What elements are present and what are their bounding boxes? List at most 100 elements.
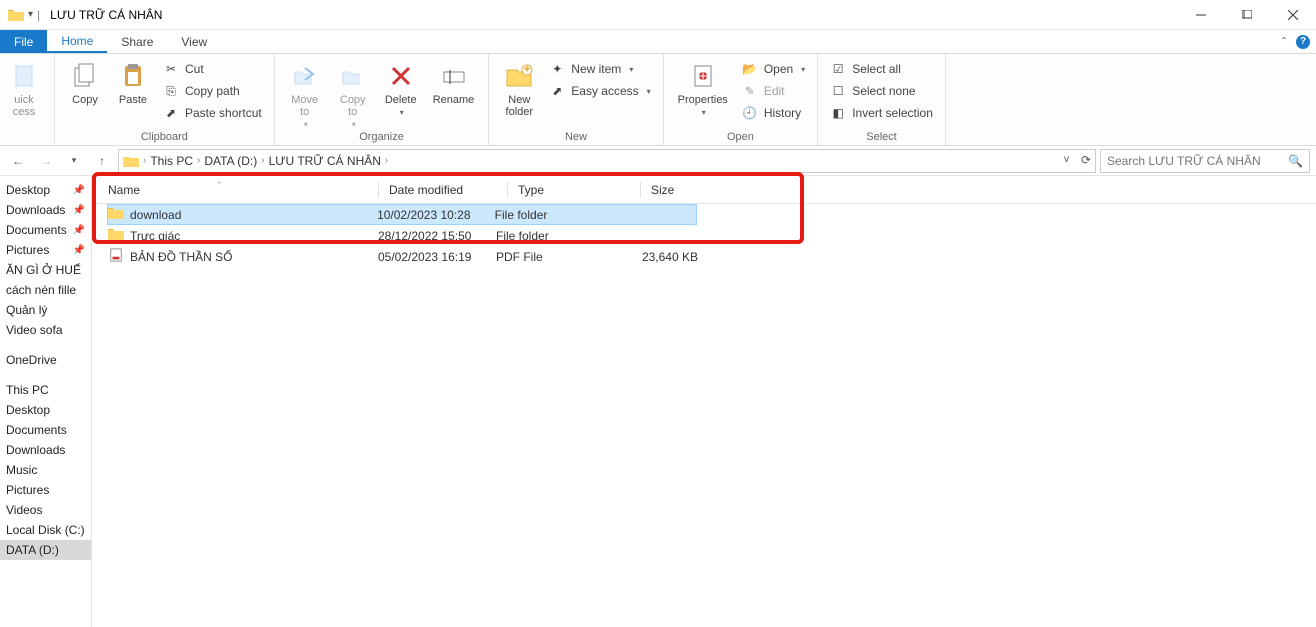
copy-button[interactable]: Copy [63, 56, 107, 106]
pin-quick-access-button[interactable]: uick cess [2, 56, 46, 118]
organize-group-label: Organize [283, 129, 481, 145]
scissors-icon: ✂ [163, 61, 179, 77]
invert-icon: ◧ [830, 105, 846, 121]
tab-file[interactable]: File [0, 30, 47, 53]
nav-item[interactable]: DATA (D:) [0, 540, 91, 560]
new-item-button[interactable]: ✦New item▾ [545, 60, 654, 78]
nav-item[interactable]: Music [0, 460, 91, 480]
nav-item[interactable]: Video sofa [0, 320, 91, 340]
ribbon: uick cess Copy Paste ✂Cut ⎘Copy path ⬈Pa… [0, 54, 1316, 146]
file-size: 23,640 KB [618, 250, 698, 264]
folder-icon [123, 155, 139, 167]
open-button[interactable]: 📂Open▾ [738, 60, 809, 78]
file-row[interactable]: Trực giác28/12/2022 15:50File folder [108, 225, 1316, 246]
window-title: LƯU TRỮ CÁ NHÂN [50, 8, 162, 22]
chevron-right-icon[interactable]: › [261, 155, 264, 166]
tab-home[interactable]: Home [47, 30, 107, 53]
paste-shortcut-button[interactable]: ⬈Paste shortcut [159, 104, 266, 122]
easy-access-button[interactable]: ⬈Easy access▾ [545, 82, 654, 100]
search-icon[interactable]: 🔍 [1288, 154, 1303, 168]
file-name: download [130, 208, 181, 222]
select-none-icon: ☐ [830, 83, 846, 99]
nav-this-pc[interactable]: This PC [0, 380, 91, 400]
nav-item[interactable]: Pictures [0, 480, 91, 500]
nav-item[interactable]: ĂN GÌ Ở HUẾ [0, 260, 91, 280]
column-date[interactable]: Date modified [389, 183, 507, 197]
column-headers: Nameˆ Date modified Type Size [92, 176, 1316, 204]
recent-locations-button[interactable]: ▾ [62, 149, 86, 173]
refresh-button[interactable]: ⟳ [1081, 153, 1091, 167]
chevron-down-icon: ▾ [400, 108, 404, 117]
help-icon[interactable]: ? [1296, 35, 1310, 49]
nav-onedrive[interactable]: OneDrive [0, 350, 91, 370]
chevron-right-icon[interactable]: › [385, 155, 388, 166]
back-button[interactable]: ← [6, 149, 30, 173]
minimize-button[interactable] [1178, 0, 1224, 30]
nav-item[interactable]: Documents📌 [0, 220, 91, 240]
file-date: 28/12/2022 15:50 [378, 229, 496, 243]
nav-item[interactable]: Quản lý [0, 300, 91, 320]
chevron-down-icon: ▾ [702, 108, 706, 117]
close-button[interactable] [1270, 0, 1316, 30]
folder-icon [108, 227, 124, 244]
breadcrumb-item[interactable]: LƯU TRỮ CÁ NHÂN [269, 154, 381, 168]
nav-item[interactable]: Pictures📌 [0, 240, 91, 260]
chevron-down-icon: ▾ [304, 120, 308, 129]
move-to-button[interactable]: Move to▾ [283, 56, 327, 129]
maximize-button[interactable] [1224, 0, 1270, 30]
forward-button[interactable]: → [34, 149, 58, 173]
tab-share[interactable]: Share [107, 30, 167, 53]
chevron-right-icon[interactable]: › [143, 155, 146, 166]
nav-item[interactable]: Local Disk (C:) [0, 520, 91, 540]
open-icon: 📂 [742, 61, 758, 77]
nav-item[interactable]: Desktop📌 [0, 180, 91, 200]
file-type: File folder [495, 208, 617, 222]
chevron-right-icon[interactable]: › [197, 155, 200, 166]
history-button[interactable]: 🕘History [738, 104, 809, 122]
delete-button[interactable]: Delete▾ [379, 56, 423, 117]
address-dropdown-icon[interactable]: v [1064, 154, 1069, 165]
title-bar: ▾ | LƯU TRỮ CÁ NHÂN [0, 0, 1316, 30]
column-name[interactable]: Nameˆ [108, 183, 378, 197]
nav-item[interactable]: Downloads [0, 440, 91, 460]
navigation-pane[interactable]: Desktop📌Downloads📌Documents📌Pictures📌ĂN … [0, 176, 92, 627]
clipboard-group-label: Clipboard [63, 129, 266, 145]
copy-to-button[interactable]: Copy to▾ [331, 56, 375, 129]
copy-path-button[interactable]: ⎘Copy path [159, 82, 266, 100]
new-group-label: New [497, 129, 654, 145]
nav-item[interactable]: Videos [0, 500, 91, 520]
select-none-button[interactable]: ☐Select none [826, 82, 937, 100]
nav-item[interactable]: Desktop [0, 400, 91, 420]
search-input[interactable] [1107, 154, 1303, 168]
collapse-ribbon-icon[interactable]: ˆ [1282, 35, 1286, 49]
chevron-down-icon: ▾ [352, 120, 356, 129]
tab-view[interactable]: View [167, 30, 221, 53]
select-all-button[interactable]: ☑Select all [826, 60, 937, 78]
folder-icon [8, 9, 24, 21]
edit-button[interactable]: ✎Edit [738, 82, 809, 100]
sort-ascending-icon: ˆ [218, 181, 221, 191]
up-button[interactable]: ↑ [90, 149, 114, 173]
nav-item[interactable]: cách nén fille [0, 280, 91, 300]
paste-button[interactable]: Paste [111, 56, 155, 106]
nav-item[interactable]: Documents [0, 420, 91, 440]
search-box[interactable]: 🔍 [1100, 149, 1310, 173]
file-row[interactable]: download10/02/2023 10:28File folder [107, 204, 697, 225]
address-bar[interactable]: › This PC › DATA (D:) › LƯU TRỮ CÁ NHÂN … [118, 149, 1096, 173]
cut-button[interactable]: ✂Cut [159, 60, 266, 78]
nav-collapse-icon[interactable]: ‹ [80, 182, 83, 193]
rename-button[interactable]: Rename [427, 56, 481, 106]
column-type[interactable]: Type [518, 183, 640, 197]
history-icon: 🕘 [742, 105, 758, 121]
edit-icon: ✎ [742, 83, 758, 99]
qat-dropdown-icon[interactable]: ▾ [28, 9, 33, 20]
new-folder-button[interactable]: ✦ New folder [497, 56, 541, 118]
breadcrumb-item[interactable]: This PC [150, 154, 193, 168]
column-size[interactable]: Size [651, 183, 731, 197]
breadcrumb-item[interactable]: DATA (D:) [204, 154, 257, 168]
invert-selection-button[interactable]: ◧Invert selection [826, 104, 937, 122]
nav-item[interactable]: Downloads📌 [0, 200, 91, 220]
file-row[interactable]: BẢN ĐỒ THẦN SỐ05/02/2023 16:19PDF File23… [108, 246, 1316, 267]
ribbon-tabs: File Home Share View ˆ ? [0, 30, 1316, 54]
properties-button[interactable]: Properties▾ [672, 56, 734, 117]
